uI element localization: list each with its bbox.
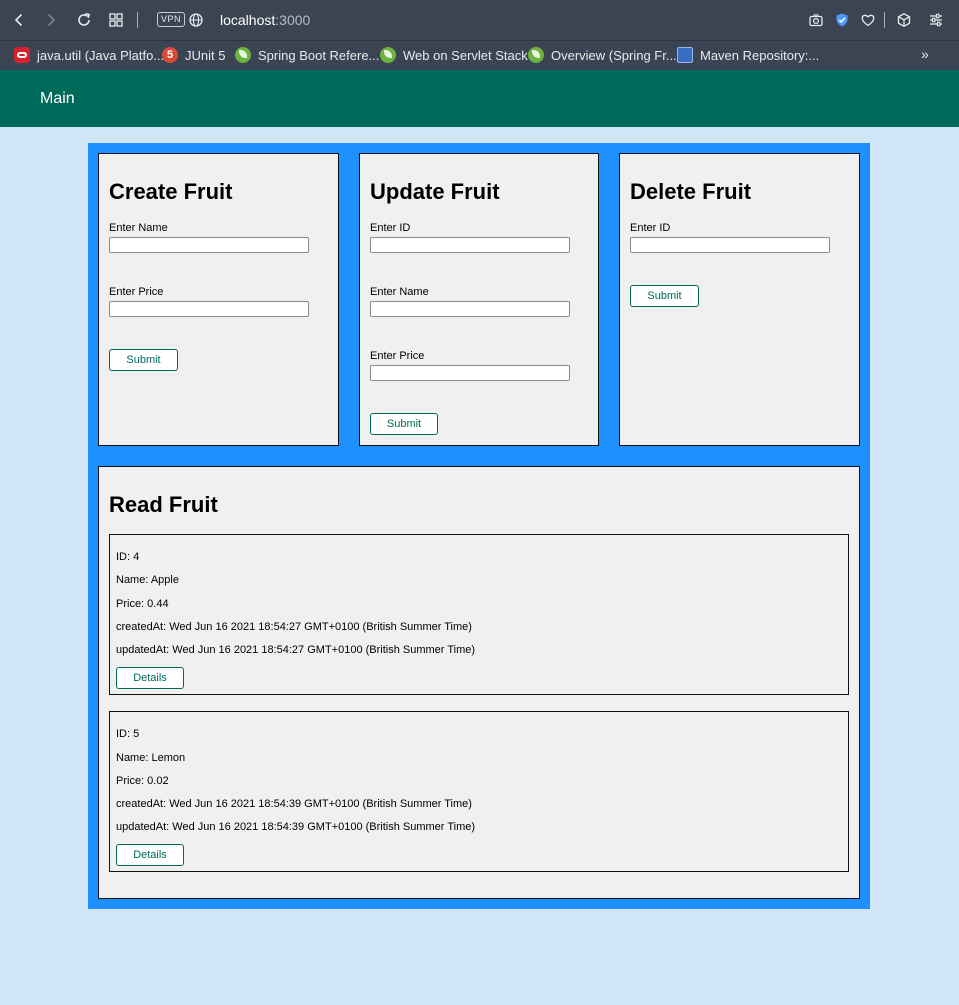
- fruit-price: Price: 0.44: [116, 598, 169, 610]
- fruit-name: Name: Lemon: [116, 752, 186, 764]
- update-name-label: Enter Name: [370, 286, 429, 298]
- delete-id-label: Enter ID: [630, 222, 671, 234]
- fruit-updated-at: updatedAt: Wed Jun 16 2021 18:54:39 GMT+…: [116, 821, 476, 833]
- maven-icon: [677, 47, 693, 63]
- vpn-badge[interactable]: VPN: [157, 12, 186, 27]
- delete-fruit-card: Delete Fruit Enter ID Submit: [619, 153, 860, 446]
- update-id-label: Enter ID: [370, 222, 411, 234]
- cube-icon[interactable]: [892, 8, 916, 32]
- bookmark-web-on-servlet-stack[interactable]: Web on Servlet Stack: [380, 45, 528, 65]
- bookmarks-overflow-chevron-icon[interactable]: »: [921, 46, 929, 62]
- spring-icon: [528, 47, 544, 63]
- menu-sliders-icon[interactable]: [924, 8, 948, 32]
- fruit-details-button[interactable]: Details: [116, 844, 184, 866]
- create-name-input[interactable]: [109, 237, 309, 253]
- fruit-name: Name: Apple: [116, 574, 179, 586]
- nav-main-link[interactable]: Main: [40, 89, 75, 108]
- update-id-input[interactable]: [370, 237, 570, 253]
- create-fruit-card: Create Fruit Enter Name Enter Price Subm…: [98, 153, 339, 446]
- address-bar[interactable]: localhost:3000: [220, 11, 310, 29]
- fruit-price: Price: 0.02: [116, 775, 169, 787]
- update-submit-button[interactable]: Submit: [370, 413, 438, 435]
- fruit-id: ID: 4: [116, 551, 140, 563]
- create-name-label: Enter Name: [109, 222, 168, 234]
- shield-icon[interactable]: [830, 8, 854, 32]
- bookmark-label: JUnit 5: [185, 47, 226, 63]
- update-fruit-card: Update Fruit Enter ID Enter Name Enter P…: [359, 153, 599, 446]
- delete-id-input[interactable]: [630, 237, 830, 253]
- oracle-icon: [14, 47, 30, 63]
- bookmark-label: Web on Servlet Stack: [403, 47, 528, 63]
- create-price-label: Enter Price: [109, 286, 164, 298]
- fruit-id: ID: 5: [116, 728, 140, 740]
- browser-toolbar: VPN localhost:3000: [0, 0, 959, 40]
- read-fruit-title: Read Fruit: [109, 492, 218, 517]
- fruit-item: ID: 5 Name: Lemon Price: 0.02 createdAt:…: [109, 711, 849, 872]
- bookmark-maven-repository[interactable]: Maven Repository:...: [677, 45, 819, 65]
- fruit-item: ID: 4 Name: Apple Price: 0.44 createdAt:…: [109, 534, 849, 695]
- url-host: localhost: [220, 12, 276, 28]
- camera-icon[interactable]: [804, 8, 828, 32]
- fruit-created-at: createdAt: Wed Jun 16 2021 18:54:39 GMT+…: [116, 798, 472, 810]
- bookmark-java-util[interactable]: java.util (Java Platfo...: [14, 45, 164, 65]
- create-submit-button[interactable]: Submit: [109, 349, 178, 371]
- reload-icon[interactable]: [72, 8, 96, 32]
- delete-fruit-title: Delete Fruit: [630, 179, 752, 204]
- toolbar-divider: [137, 12, 138, 28]
- fruit-updated-at: updatedAt: Wed Jun 16 2021 18:54:27 GMT+…: [116, 644, 476, 656]
- update-price-input[interactable]: [370, 365, 570, 381]
- tab-grid-icon[interactable]: [104, 8, 128, 32]
- bookmark-label: java.util (Java Platfo...: [37, 47, 165, 63]
- spring-icon: [235, 47, 251, 63]
- fruit-details-button[interactable]: Details: [116, 667, 184, 689]
- update-name-input[interactable]: [370, 301, 570, 317]
- bookmarks-bar: java.util (Java Platfo... 5 JUnit 5 Spri…: [0, 40, 959, 70]
- globe-icon[interactable]: [184, 8, 208, 32]
- url-port: :3000: [275, 12, 311, 28]
- main-container: Create Fruit Enter Name Enter Price Subm…: [88, 143, 870, 909]
- back-icon[interactable]: [7, 8, 31, 32]
- bookmark-label: Spring Boot Refere...: [258, 47, 380, 63]
- toolbar-divider: [884, 12, 885, 28]
- bookmark-label: Overview (Spring Fr...: [551, 47, 677, 63]
- read-fruit-card: Read Fruit ID: 4 Name: Apple Price: 0.44…: [98, 466, 860, 899]
- bookmark-junit5[interactable]: 5 JUnit 5: [162, 45, 225, 65]
- app-navbar: Main: [0, 70, 959, 127]
- delete-submit-button[interactable]: Submit: [630, 285, 699, 307]
- create-fruit-title: Create Fruit: [109, 179, 233, 204]
- spring-icon: [380, 47, 396, 63]
- create-price-input[interactable]: [109, 301, 309, 317]
- bookmark-label: Maven Repository:...: [700, 47, 820, 63]
- bookmark-spring-boot-reference[interactable]: Spring Boot Refere...: [235, 45, 379, 65]
- heart-icon[interactable]: [856, 8, 880, 32]
- forward-icon[interactable]: [39, 8, 63, 32]
- update-fruit-title: Update Fruit: [370, 179, 500, 204]
- junit-icon: 5: [162, 47, 178, 63]
- fruit-created-at: createdAt: Wed Jun 16 2021 18:54:27 GMT+…: [116, 621, 472, 633]
- update-price-label: Enter Price: [370, 350, 425, 362]
- bookmark-spring-overview[interactable]: Overview (Spring Fr...: [528, 45, 677, 65]
